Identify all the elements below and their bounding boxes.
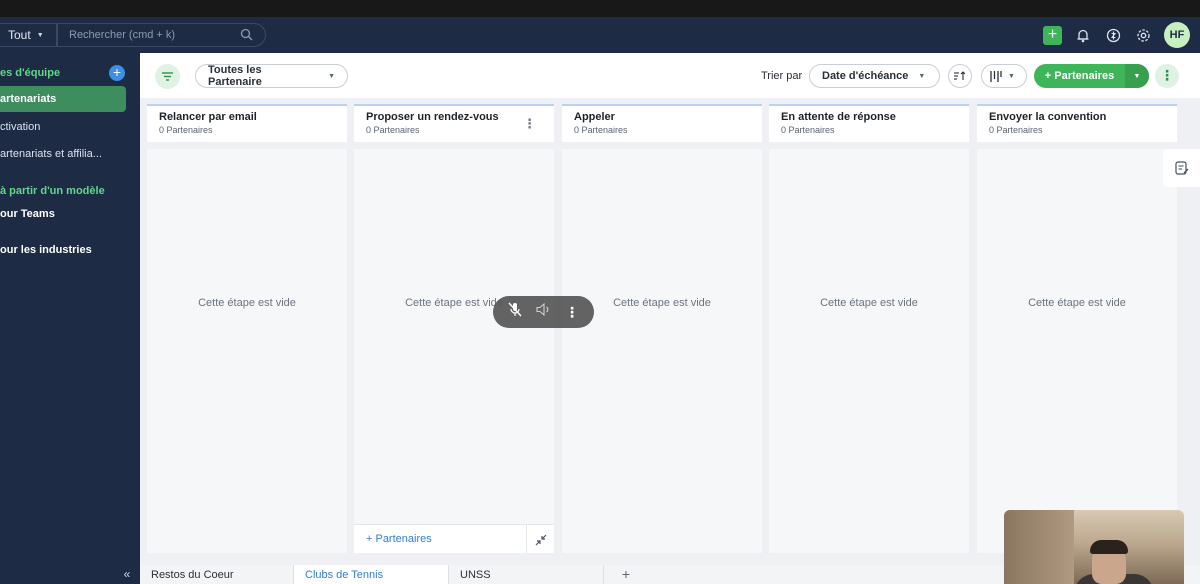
stage-column: Envoyer la convention 0 Partenaires Cett… — [977, 98, 1177, 553]
sort-label: Trier par — [761, 70, 803, 82]
gear-icon[interactable] — [1134, 26, 1152, 44]
avatar[interactable]: HF — [1164, 22, 1190, 48]
chevron-down-icon: ▼ — [1008, 72, 1015, 80]
stage-header[interactable]: En attente de réponse 0 Partenaires — [769, 104, 969, 142]
stage-footer: + Partenaires — [354, 524, 554, 554]
overlay-menu-icon[interactable]: ⋮ — [565, 304, 579, 321]
stage-count: 0 Partenaires — [781, 125, 835, 135]
filter-icon[interactable] — [155, 64, 180, 89]
stage-count: 0 Partenaires — [574, 125, 628, 135]
stage-title: Appeler — [574, 111, 615, 123]
stage-header[interactable]: Appeler 0 Partenaires — [562, 104, 762, 142]
tab-restos-du-coeur[interactable]: Restos du Coeur — [140, 565, 294, 584]
stage-body: Cette étape est vide — [977, 149, 1177, 553]
stage-body: Cette étape est vide — [769, 149, 969, 553]
stage-column: En attente de réponse 0 Partenaires Cett… — [769, 98, 969, 553]
sidebar-item-industries[interactable]: our les industries — [0, 244, 92, 256]
chevron-down-icon: ▼ — [328, 72, 335, 80]
add-options-dropdown[interactable]: ▼ — [1125, 64, 1149, 88]
sidebar-section-title: es d'équipe — [0, 67, 61, 79]
stage-count: 0 Partenaires — [159, 125, 213, 135]
chevron-down-icon: ▼ — [36, 31, 44, 39]
top-window-strip — [0, 0, 1200, 17]
stage-header[interactable]: Relancer par email 0 Partenaires — [147, 104, 347, 142]
stage-title: Relancer par email — [159, 111, 257, 123]
stage-count: 0 Partenaires — [989, 125, 1043, 135]
view-mode-select[interactable]: ▼ — [981, 64, 1027, 88]
sidebar: es d'équipe + artenariats ctivation arte… — [0, 53, 140, 584]
side-panel-icon[interactable] — [1163, 149, 1200, 187]
view-select-label: Toutes les Partenaire — [208, 64, 262, 88]
tab-unss[interactable]: UNSS — [449, 565, 604, 584]
stage-menu-icon[interactable]: ⋮ — [523, 116, 536, 132]
media-control-overlay: ⋮ — [493, 296, 594, 328]
video-background — [1004, 510, 1074, 584]
create-icon[interactable]: + — [1043, 25, 1062, 45]
board-view-icon — [990, 70, 1002, 82]
webcam-preview[interactable] — [1004, 510, 1184, 584]
sort-direction-icon[interactable] — [948, 64, 972, 88]
view-select[interactable]: Toutes les Partenaire ▼ — [195, 64, 348, 88]
stage-title: Envoyer la convention — [989, 111, 1107, 123]
stage-body: Cette étape est vide — [354, 149, 554, 553]
video-person-hair — [1090, 540, 1128, 554]
stage-column: Relancer par email 0 Partenaires Cette é… — [147, 98, 347, 553]
stage-title: En attente de réponse — [781, 111, 896, 123]
scope-label: Tout — [8, 28, 31, 42]
add-button-label: + Partenaires — [1044, 70, 1115, 82]
sidebar-item-activation[interactable]: ctivation — [0, 121, 40, 133]
coin-icon[interactable] — [1104, 26, 1122, 44]
main-panel: Toutes les Partenaire ▼ Trier par Date d… — [140, 53, 1200, 584]
add-pipeline-icon[interactable]: + — [109, 65, 125, 81]
add-partenaires-button[interactable]: + Partenaires ▼ — [1034, 64, 1149, 88]
sidebar-item-affiliations[interactable]: artenariats et affilia... — [0, 148, 102, 160]
stage-header[interactable]: Envoyer la convention 0 Partenaires — [977, 104, 1177, 142]
sidebar-template-heading[interactable]: à partir d'un modèle — [0, 185, 105, 197]
mic-muted-icon[interactable] — [508, 302, 522, 322]
add-partenaire-link[interactable]: + Partenaires — [366, 533, 432, 545]
speaker-icon[interactable] — [536, 302, 551, 321]
chevron-down-icon: ▼ — [918, 72, 926, 80]
sidebar-item-teams[interactable]: our Teams — [0, 208, 55, 220]
empty-stage-message: Cette étape est vide — [1028, 297, 1126, 309]
scope-dropdown[interactable]: Tout ▼ — [0, 23, 57, 47]
tab-clubs-de-tennis[interactable]: Clubs de Tennis — [294, 565, 449, 584]
top-actions: + HF — [1043, 21, 1190, 49]
search-placeholder: Rechercher (cmd + k) — [69, 29, 176, 41]
empty-stage-message: Cette étape est vide — [820, 297, 918, 309]
search-input[interactable]: Rechercher (cmd + k) — [57, 23, 266, 47]
stage-header[interactable]: Proposer un rendez-vous 0 Partenaires ⋮ — [354, 104, 554, 142]
sidebar-item-partenariats[interactable]: artenariats — [0, 86, 126, 112]
stage-body: Cette étape est vide — [147, 149, 347, 553]
sort-select[interactable]: Date d'échéance ▼ — [809, 64, 940, 88]
more-options-icon[interactable]: ⋮ — [1155, 64, 1179, 88]
toolbar: Toutes les Partenaire ▼ Trier par Date d… — [140, 53, 1200, 98]
sidebar-item-label: artenariats — [0, 93, 57, 105]
top-bar: Tout ▼ Rechercher (cmd + k) + HF — [0, 17, 1200, 53]
collapse-stage-icon[interactable] — [526, 525, 554, 554]
stage-column: Appeler 0 Partenaires Cette étape est vi… — [562, 98, 762, 553]
add-tab-icon[interactable]: + — [614, 565, 638, 584]
empty-stage-message: Cette étape est vide — [198, 297, 296, 309]
search-icon[interactable] — [240, 28, 253, 44]
sort-select-label: Date d'échéance — [822, 70, 909, 82]
collapse-sidebar-icon[interactable]: « — [117, 567, 137, 584]
bell-icon[interactable] — [1074, 26, 1092, 44]
stage-body: Cette étape est vide — [562, 149, 762, 553]
